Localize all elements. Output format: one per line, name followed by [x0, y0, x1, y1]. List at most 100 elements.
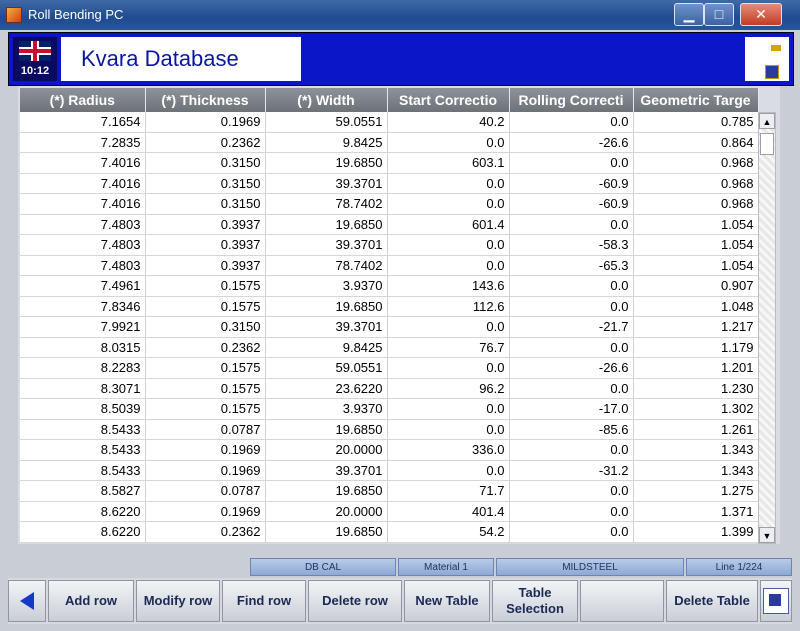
back-button[interactable]: [8, 580, 46, 622]
table-row[interactable]: 7.2835 0.2362 9.8425 0.0 -26.6 0.864: [20, 132, 759, 153]
language-clock-box[interactable]: 10:12: [13, 37, 57, 81]
table-cell: 71.7: [387, 480, 510, 502]
close-button[interactable]: ✕: [740, 3, 782, 26]
table-row[interactable]: 7.8346 0.1575 19.6850 112.6 0.0 1.048: [20, 296, 759, 317]
column-header[interactable]: Start Correctio: [387, 88, 510, 112]
table-row[interactable]: 7.4803 0.3937 19.6850 601.4 0.0 1.054: [20, 214, 759, 235]
table-row[interactable]: 8.3071 0.1575 23.6220 96.2 0.0 1.230: [20, 378, 759, 399]
table-cell: 1.179: [633, 337, 759, 358]
table-cell: 9.8425: [265, 337, 388, 358]
column-header[interactable]: (*) Radius: [20, 88, 146, 112]
table-cell: 39.3701: [265, 234, 388, 256]
table-cell: -21.7: [509, 316, 634, 338]
table-cell: 0.1575: [145, 398, 266, 420]
scroll-down-arrow-icon[interactable]: ▼: [759, 527, 775, 543]
table-row[interactable]: 8.0315 0.2362 9.8425 76.7 0.0 1.179: [20, 337, 759, 358]
column-header[interactable]: Geometric Targe: [633, 88, 759, 112]
help-logo-button[interactable]: [760, 580, 792, 622]
table-cell: 0.3937: [145, 255, 266, 276]
minimize-button[interactable]: ▁: [674, 3, 704, 26]
table-selection-button[interactable]: Table Selection: [492, 580, 578, 622]
table-cell: 0.0: [387, 132, 510, 153]
table-cell: 0.0: [387, 193, 510, 215]
logo-badge-icon: [765, 65, 779, 79]
table-body: 7.1654 0.1969 59.0551 40.2 0.0 0.785 7.2835 0.2…: [20, 112, 759, 543]
table-row[interactable]: 8.5039 0.1575 3.9370 0.0 -17.0 1.302: [20, 398, 759, 420]
table-cell: 3.9370: [265, 398, 388, 420]
modify-row-button[interactable]: Modify row: [136, 580, 220, 622]
table-cell: 0.0: [509, 337, 634, 358]
table-cell: 1.371: [633, 501, 759, 522]
column-header[interactable]: (*) Thickness: [145, 88, 266, 112]
table-row[interactable]: 8.6220 0.2362 19.6850 54.2 0.0 1.399: [20, 521, 759, 543]
table-cell: 603.1: [387, 152, 510, 174]
table-cell: 59.0551: [265, 112, 388, 133]
table-cell: 0.968: [633, 152, 759, 174]
table-cell: 40.2: [387, 112, 510, 133]
table-cell: 19.6850: [265, 296, 388, 317]
column-header[interactable]: Rolling Correcti: [509, 88, 634, 112]
table-row[interactable]: 7.4961 0.1575 3.9370 143.6 0.0 0.907: [20, 275, 759, 297]
table-cell: 1.054: [633, 234, 759, 256]
table-cell: 8.0315: [20, 337, 146, 358]
table-cell: 78.7402: [265, 255, 388, 276]
scroll-thumb[interactable]: [760, 133, 774, 155]
vertical-scrollbar[interactable]: ▲ ▼: [758, 112, 776, 544]
add-row-button[interactable]: Add row: [48, 580, 134, 622]
empty-toolbar-button[interactable]: [580, 580, 664, 622]
delete-row-button[interactable]: Delete row: [308, 580, 402, 622]
find-row-button[interactable]: Find row: [222, 580, 306, 622]
table-row[interactable]: 8.5433 0.1969 39.3701 0.0 -31.2 1.343: [20, 460, 759, 481]
table-row[interactable]: 7.4016 0.3150 39.3701 0.0 -60.9 0.968: [20, 173, 759, 194]
table-cell: 0.0: [509, 152, 634, 174]
table-row[interactable]: 8.2283 0.1575 59.0551 0.0 -26.6 1.201: [20, 357, 759, 379]
table-cell: 336.0: [387, 439, 510, 461]
table-cell: 19.6850: [265, 152, 388, 174]
table-cell: 78.7402: [265, 193, 388, 215]
table-cell: 19.6850: [265, 521, 388, 543]
table-row[interactable]: 8.5433 0.0787 19.6850 0.0 -85.6 1.261: [20, 419, 759, 440]
table-cell: 0.1575: [145, 275, 266, 297]
table-row[interactable]: 7.9921 0.3150 39.3701 0.0 -21.7 1.217: [20, 316, 759, 338]
table-row[interactable]: 8.5827 0.0787 19.6850 71.7 0.0 1.275: [20, 480, 759, 502]
scroll-up-arrow-icon[interactable]: ▲: [759, 113, 775, 129]
table-cell: 0.0: [509, 378, 634, 399]
table-cell: 20.0000: [265, 501, 388, 522]
table-cell: 0.0: [387, 173, 510, 194]
maximize-button[interactable]: □: [704, 3, 734, 26]
table-cell: 39.3701: [265, 316, 388, 338]
new-table-button[interactable]: New Table: [404, 580, 490, 622]
delete-table-button[interactable]: Delete Table: [666, 580, 758, 622]
table-cell: 0.968: [633, 173, 759, 194]
table-cell: 39.3701: [265, 173, 388, 194]
table-cell: 7.4803: [20, 234, 146, 256]
table-cell: 0.1969: [145, 460, 266, 481]
table-cell: 8.5039: [20, 398, 146, 420]
table-cell: 0.0: [387, 234, 510, 256]
table-row[interactable]: 7.4803 0.3937 39.3701 0.0 -58.3 1.054: [20, 234, 759, 256]
table-cell: 401.4: [387, 501, 510, 522]
table-cell: 0.0: [509, 275, 634, 297]
clock: 10:12: [20, 65, 50, 77]
table-cell: 0.1575: [145, 296, 266, 317]
table-cell: 0.0: [387, 460, 510, 481]
table-cell: -65.3: [509, 255, 634, 276]
status-steel: MILDSTEEL: [496, 558, 684, 576]
table-cell: 0.0: [509, 112, 634, 133]
table-cell: 8.5433: [20, 460, 146, 481]
table-row[interactable]: 8.5433 0.1969 20.0000 336.0 0.0 1.343: [20, 439, 759, 461]
uk-flag-icon: [19, 41, 51, 61]
database-grid: (*) Radius (*) Thickness (*) Width Start Co…: [18, 86, 780, 544]
table-cell: 7.2835: [20, 132, 146, 153]
table-row[interactable]: 7.1654 0.1969 59.0551 40.2 0.0 0.785: [20, 112, 759, 133]
table-cell: 7.4803: [20, 255, 146, 276]
table-cell: -60.9: [509, 173, 634, 194]
table-row[interactable]: 7.4803 0.3937 78.7402 0.0 -65.3 1.054: [20, 255, 759, 276]
table-cell: 23.6220: [265, 378, 388, 399]
table-row[interactable]: 8.6220 0.1969 20.0000 401.4 0.0 1.371: [20, 501, 759, 522]
table-row[interactable]: 7.4016 0.3150 78.7402 0.0 -60.9 0.968: [20, 193, 759, 215]
table-cell: 7.4016: [20, 152, 146, 174]
table-cell: 1.217: [633, 316, 759, 338]
table-row[interactable]: 7.4016 0.3150 19.6850 603.1 0.0 0.968: [20, 152, 759, 174]
column-header[interactable]: (*) Width: [265, 88, 388, 112]
